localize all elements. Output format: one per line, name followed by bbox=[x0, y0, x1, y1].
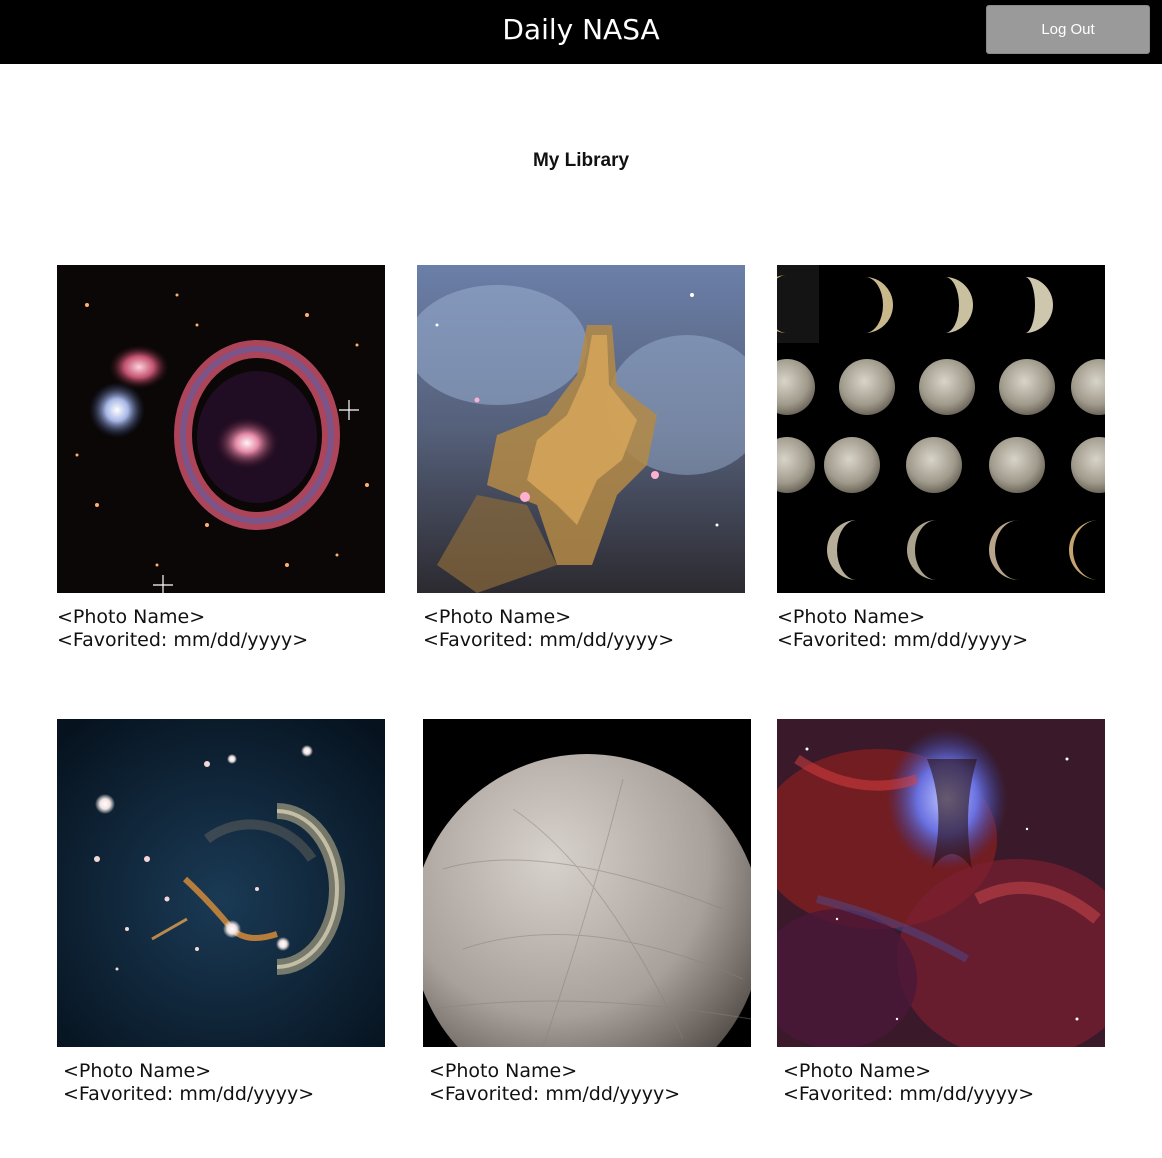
top-bar: Daily NASA Log Out bbox=[0, 0, 1162, 64]
photo-image-eagle-nebula[interactable] bbox=[777, 719, 1105, 1047]
favorited-date: <Favorited: mm/dd/yyyy> bbox=[783, 1083, 1035, 1105]
photo-image-supernova-remnant[interactable] bbox=[57, 719, 385, 1047]
photo-card: <Photo Name> <Favorited: mm/dd/yyyy> bbox=[777, 719, 1107, 1106]
photo-name: <Photo Name> bbox=[777, 606, 926, 628]
log-out-button[interactable]: Log Out bbox=[986, 5, 1150, 54]
favorited-date: <Favorited: mm/dd/yyyy> bbox=[429, 1083, 681, 1105]
photo-image-cartwheel-galaxy[interactable] bbox=[57, 265, 385, 593]
photo-image-nebula-pillar[interactable] bbox=[417, 265, 745, 593]
photo-name: <Photo Name> bbox=[63, 1060, 212, 1082]
favorited-date: <Favorited: mm/dd/yyyy> bbox=[57, 629, 309, 651]
favorited-date: <Favorited: mm/dd/yyyy> bbox=[63, 1083, 315, 1105]
photo-image-europa-moon[interactable] bbox=[423, 719, 751, 1047]
photo-name: <Photo Name> bbox=[429, 1060, 578, 1082]
photo-card: <Photo Name> <Favorited: mm/dd/yyyy> bbox=[777, 265, 1107, 652]
photo-image-moon-phases[interactable] bbox=[777, 265, 1105, 593]
photo-card: <Photo Name> <Favorited: mm/dd/yyyy> bbox=[423, 719, 753, 1106]
photo-name: <Photo Name> bbox=[57, 606, 206, 628]
page-title: My Library bbox=[532, 150, 630, 171]
photo-card: <Photo Name> <Favorited: mm/dd/yyyy> bbox=[57, 265, 387, 652]
photo-card: <Photo Name> <Favorited: mm/dd/yyyy> bbox=[417, 265, 747, 652]
photo-name: <Photo Name> bbox=[423, 606, 572, 628]
favorited-date: <Favorited: mm/dd/yyyy> bbox=[423, 629, 675, 651]
photo-card: <Photo Name> <Favorited: mm/dd/yyyy> bbox=[57, 719, 387, 1106]
favorited-date: <Favorited: mm/dd/yyyy> bbox=[777, 629, 1029, 651]
photo-name: <Photo Name> bbox=[783, 1060, 932, 1082]
